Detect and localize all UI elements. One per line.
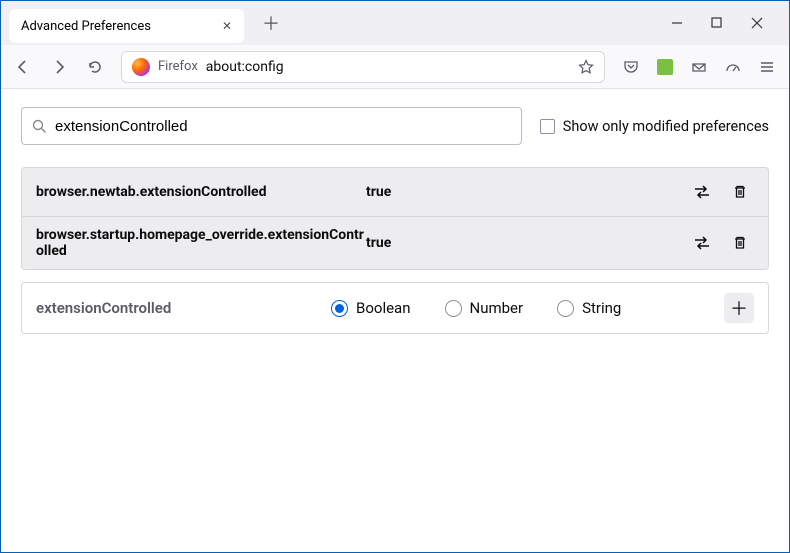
- delete-button[interactable]: [726, 178, 754, 206]
- forward-button[interactable]: [43, 51, 75, 83]
- inbox-icon[interactable]: [683, 51, 715, 83]
- radio-icon: [557, 300, 574, 317]
- pref-row[interactable]: browser.newtab.extensionControlled true: [22, 168, 768, 216]
- search-row: Show only modified preferences: [21, 107, 769, 145]
- menu-button[interactable]: [751, 51, 783, 83]
- content-area: Show only modified preferences browser.n…: [1, 89, 789, 552]
- type-options: Boolean Number String: [331, 299, 724, 317]
- extension-icon[interactable]: [649, 51, 681, 83]
- show-modified-checkbox[interactable]: Show only modified preferences: [540, 118, 769, 135]
- delete-button[interactable]: [726, 229, 754, 257]
- browser-window: Advanced Preferences ✕ ＋ Firef: [0, 0, 790, 553]
- radio-string[interactable]: String: [557, 299, 621, 317]
- new-tab-button[interactable]: ＋: [254, 6, 288, 40]
- add-pref-name: extensionControlled: [36, 299, 331, 317]
- radio-icon: [331, 300, 348, 317]
- search-input[interactable]: [55, 118, 511, 135]
- toggle-button[interactable]: [688, 178, 716, 206]
- add-button[interactable]: ＋: [724, 293, 754, 323]
- checkbox-label: Show only modified preferences: [563, 118, 769, 135]
- radio-label: Number: [470, 299, 524, 317]
- back-button[interactable]: [7, 51, 39, 83]
- bookmark-star-icon[interactable]: [578, 59, 594, 75]
- tab[interactable]: Advanced Preferences ✕: [9, 9, 244, 43]
- radio-number[interactable]: Number: [445, 299, 524, 317]
- radio-icon: [445, 300, 462, 317]
- radio-label: String: [582, 299, 621, 317]
- pref-value: true: [366, 235, 688, 251]
- pocket-icon[interactable]: [615, 51, 647, 83]
- address-bar[interactable]: Firefox about:config: [121, 51, 605, 83]
- addr-label: Firefox: [158, 59, 198, 74]
- pref-value: true: [366, 184, 688, 200]
- pref-row[interactable]: browser.startup.homepage_override.extens…: [22, 216, 768, 269]
- pref-actions: [688, 229, 754, 257]
- pref-name: browser.newtab.extensionControlled: [36, 184, 366, 200]
- url-text: about:config: [206, 59, 570, 75]
- close-icon[interactable]: ✕: [222, 19, 232, 33]
- add-pref-row: extensionControlled Boolean Number Strin…: [21, 282, 769, 334]
- search-icon: [32, 119, 47, 134]
- search-box[interactable]: [21, 107, 522, 145]
- pref-name: browser.startup.homepage_override.extens…: [36, 227, 366, 259]
- tab-title: Advanced Preferences: [21, 19, 214, 34]
- close-button[interactable]: [751, 17, 771, 29]
- reload-button[interactable]: [79, 51, 111, 83]
- maximize-button[interactable]: [711, 17, 731, 29]
- toggle-button[interactable]: [688, 229, 716, 257]
- radio-boolean[interactable]: Boolean: [331, 299, 411, 317]
- window-controls: [671, 17, 781, 29]
- checkbox-icon: [540, 119, 555, 134]
- preferences-table: browser.newtab.extensionControlled true …: [21, 167, 769, 270]
- toolbar-icons: [615, 51, 783, 83]
- gauge-icon[interactable]: [717, 51, 749, 83]
- titlebar: Advanced Preferences ✕ ＋: [1, 1, 789, 45]
- firefox-logo-icon: [132, 58, 150, 76]
- toolbar: Firefox about:config: [1, 45, 789, 89]
- pref-actions: [688, 178, 754, 206]
- radio-label: Boolean: [356, 299, 411, 317]
- minimize-button[interactable]: [671, 17, 691, 29]
